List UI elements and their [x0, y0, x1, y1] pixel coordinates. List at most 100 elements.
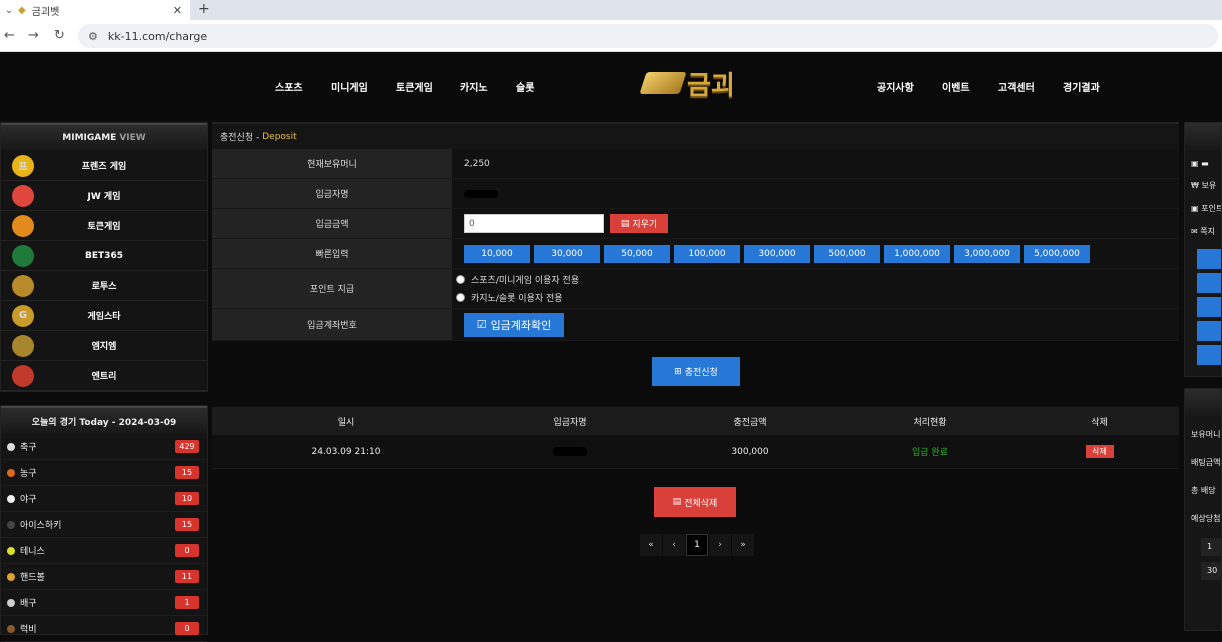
new-tab-icon[interactable]: +	[198, 1, 210, 17]
user-money: ₩ 보유	[1191, 181, 1217, 190]
game-logo-icon: 프	[12, 154, 34, 177]
nav-notice[interactable]: 공지사항	[877, 79, 914, 94]
list-item[interactable]: 핸드볼 11	[1, 564, 207, 590]
user-button-3[interactable]	[1197, 297, 1221, 317]
site-logo[interactable]: 금괴	[639, 65, 753, 101]
submit-deposit-button[interactable]: ⊞ 충전신청	[652, 357, 740, 386]
tab-title: 금괴벳	[31, 6, 60, 18]
today-title: 오늘의 경기 Today - 2024-03-09	[1, 406, 207, 434]
list-item[interactable]: JW 게임	[1, 181, 207, 211]
point-option-label: 카지노/슬롯 이용자 전용	[471, 294, 563, 304]
user-button-5[interactable]	[1197, 345, 1221, 365]
forward-icon[interactable]: →	[28, 28, 39, 43]
user-button-1[interactable]	[1197, 249, 1221, 269]
list-item[interactable]: 럭비 0	[1, 616, 207, 642]
user-button-4[interactable]	[1197, 321, 1221, 341]
bet-input-1[interactable]: 1	[1201, 538, 1221, 556]
user-level-icon: ▣ ▬	[1191, 159, 1209, 168]
count-badge: 15	[175, 466, 199, 479]
quick-amount-button[interactable]: 100,000	[674, 244, 740, 263]
list-item[interactable]: G 게임스타	[1, 301, 207, 331]
row-amount: 300,000	[731, 446, 769, 457]
breadcrumb: 충전신청 - Deposit	[212, 122, 1179, 149]
sport-label: 아이스하키	[20, 521, 62, 531]
account-check-button[interactable]: ☑ 입금계좌확인	[464, 312, 564, 337]
nav-results[interactable]: 경기결과	[1063, 79, 1100, 94]
nav-sports[interactable]: 스포츠	[275, 79, 303, 94]
quick-amount-button[interactable]: 30,000	[534, 244, 600, 263]
list-item[interactable]: 엠지엠	[1, 331, 207, 361]
list-item[interactable]: 배구 1	[1, 590, 207, 616]
chevron-down-icon[interactable]: ⌄	[0, 5, 18, 16]
quick-amount-button[interactable]: 500,000	[814, 244, 880, 263]
bet-expected-label: 예상당첨	[1191, 514, 1221, 523]
trash-icon: ▤	[620, 218, 630, 229]
sport-label: 배구	[20, 599, 37, 609]
close-icon[interactable]: ✕	[173, 4, 182, 17]
back-icon[interactable]: ←	[4, 28, 15, 43]
quick-amount-button[interactable]: 3,000,000	[954, 244, 1020, 263]
nav-support[interactable]: 고객센터	[998, 79, 1035, 94]
sport-label: 야구	[20, 495, 37, 505]
page-last[interactable]: »	[732, 534, 754, 556]
gold-bar-icon	[639, 72, 687, 94]
nav-event[interactable]: 이벤트	[942, 79, 970, 94]
nav-casino[interactable]: 카지노	[460, 79, 488, 94]
quick-amount-button[interactable]: 300,000	[744, 244, 810, 263]
list-item[interactable]: 축구 429	[1, 434, 207, 460]
list-item[interactable]: 로투스	[1, 271, 207, 301]
url-field[interactable]: ⚙ kk-11.com/charge	[78, 24, 1218, 48]
depositor-redacted	[553, 447, 587, 456]
page-prev[interactable]: ‹	[663, 534, 685, 556]
column-header: 입금자명	[553, 417, 587, 428]
list-item[interactable]: 테니스 0	[1, 538, 207, 564]
site-info-icon[interactable]: ⚙	[88, 30, 98, 43]
radio-icon[interactable]	[456, 293, 465, 302]
reload-icon[interactable]: ↻	[54, 28, 65, 43]
bet-odds-label: 총 배당	[1191, 486, 1216, 495]
point-option-casino[interactable]: 카지노/슬롯 이용자 전용	[456, 291, 563, 304]
list-item[interactable]: 야구 10	[1, 486, 207, 512]
site-header: 스포츠 미니게임 토큰게임 카지노 슬롯 금괴 공지사항 이벤트 고객센터 경기…	[0, 53, 1222, 119]
amount-row: 입금금액 0 ▤ 지우기	[212, 209, 1179, 239]
count-badge: 10	[175, 492, 199, 505]
page-current[interactable]: 1	[686, 534, 708, 556]
list-item[interactable]: 프 프렌즈 게임	[1, 151, 207, 181]
breadcrumb-text: 충전신청 -	[220, 133, 260, 143]
list-item[interactable]: 토큰게임	[1, 211, 207, 241]
amount-input[interactable]: 0	[464, 214, 604, 233]
sport-ball-icon	[7, 624, 15, 633]
nav-token-game[interactable]: 토큰게임	[396, 79, 433, 94]
quick-amount-button[interactable]: 50,000	[604, 244, 670, 263]
page-next[interactable]: ›	[709, 534, 731, 556]
delete-all-button[interactable]: ▤ 전체삭제	[654, 487, 736, 517]
row-delete-button[interactable]: 삭제	[1085, 445, 1114, 458]
bet-input-2[interactable]: 30	[1201, 562, 1221, 580]
column-header: 삭제	[1091, 417, 1108, 428]
balance-row: 현재보유머니 2,250	[212, 149, 1179, 179]
browser-tab[interactable]: ⌄ ◆ 금괴벳 ✕	[0, 0, 190, 20]
list-item[interactable]: BET365	[1, 241, 207, 271]
quick-amount-button[interactable]: 1,000,000	[884, 244, 950, 263]
balance-value: 2,250	[452, 149, 1179, 178]
clear-label: 지우기	[632, 220, 658, 230]
minigame-panel: MIMIGAME VIEW 프 프렌즈 게임 JW 게임 토큰게임 BET365 로투스 G 게…	[0, 122, 208, 392]
list-item[interactable]: 아이스하키 15	[1, 512, 207, 538]
checkbox-icon: ☑	[476, 318, 487, 331]
list-item[interactable]: 엔트리	[1, 361, 207, 391]
user-button-2[interactable]	[1197, 273, 1221, 293]
page-first[interactable]: «	[640, 534, 662, 556]
bet-amount-label: 배팅금액	[1191, 458, 1221, 467]
clear-button[interactable]: ▤ 지우기	[610, 214, 668, 233]
sport-ball-icon	[7, 572, 15, 581]
trash-icon: ▤	[672, 497, 682, 507]
nav-slot[interactable]: 슬롯	[516, 79, 534, 94]
point-option-sports[interactable]: 스포츠/미니게임 이용자 전용	[456, 273, 579, 286]
nav-minigame[interactable]: 미니게임	[331, 79, 368, 94]
sport-ball-icon	[7, 546, 15, 555]
today-games-panel: 오늘의 경기 Today - 2024-03-09 축구 429 농구 15 야구 10 아…	[0, 405, 208, 642]
quick-amount-button[interactable]: 10,000	[464, 244, 530, 263]
list-item[interactable]: 농구 15	[1, 460, 207, 486]
radio-icon[interactable]	[456, 275, 465, 284]
quick-amount-button[interactable]: 5,000,000	[1024, 244, 1090, 263]
